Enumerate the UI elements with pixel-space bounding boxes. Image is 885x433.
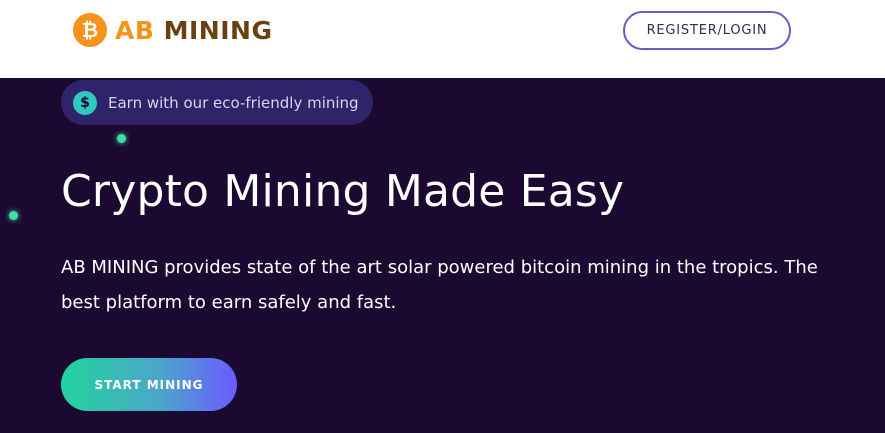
hero-title: Crypto Mining Made Easy [61, 166, 625, 217]
register-login-button[interactable]: REGISTER/LOGIN [623, 11, 791, 50]
brand-name: AB MINING [115, 18, 272, 43]
eco-mining-badge: $ Earn with our eco-friendly mining [61, 80, 373, 125]
decorative-dot [117, 134, 126, 143]
start-mining-button[interactable]: START MINING [61, 358, 237, 411]
site-header: ₿ AB MINING REGISTER/LOGIN [0, 0, 885, 78]
logo[interactable]: ₿ AB MINING [73, 12, 272, 48]
bitcoin-icon: ₿ [73, 13, 107, 47]
brand-suffix: MINING [163, 15, 273, 45]
hero-description: AB MINING provides state of the art sola… [61, 257, 818, 313]
badge-text: Earn with our eco-friendly mining [108, 93, 359, 112]
hero-section: $ Earn with our eco-friendly mining Cryp… [0, 78, 885, 433]
decorative-dot [9, 211, 18, 220]
brand-prefix: AB [115, 15, 155, 45]
dollar-icon: $ [73, 90, 97, 115]
